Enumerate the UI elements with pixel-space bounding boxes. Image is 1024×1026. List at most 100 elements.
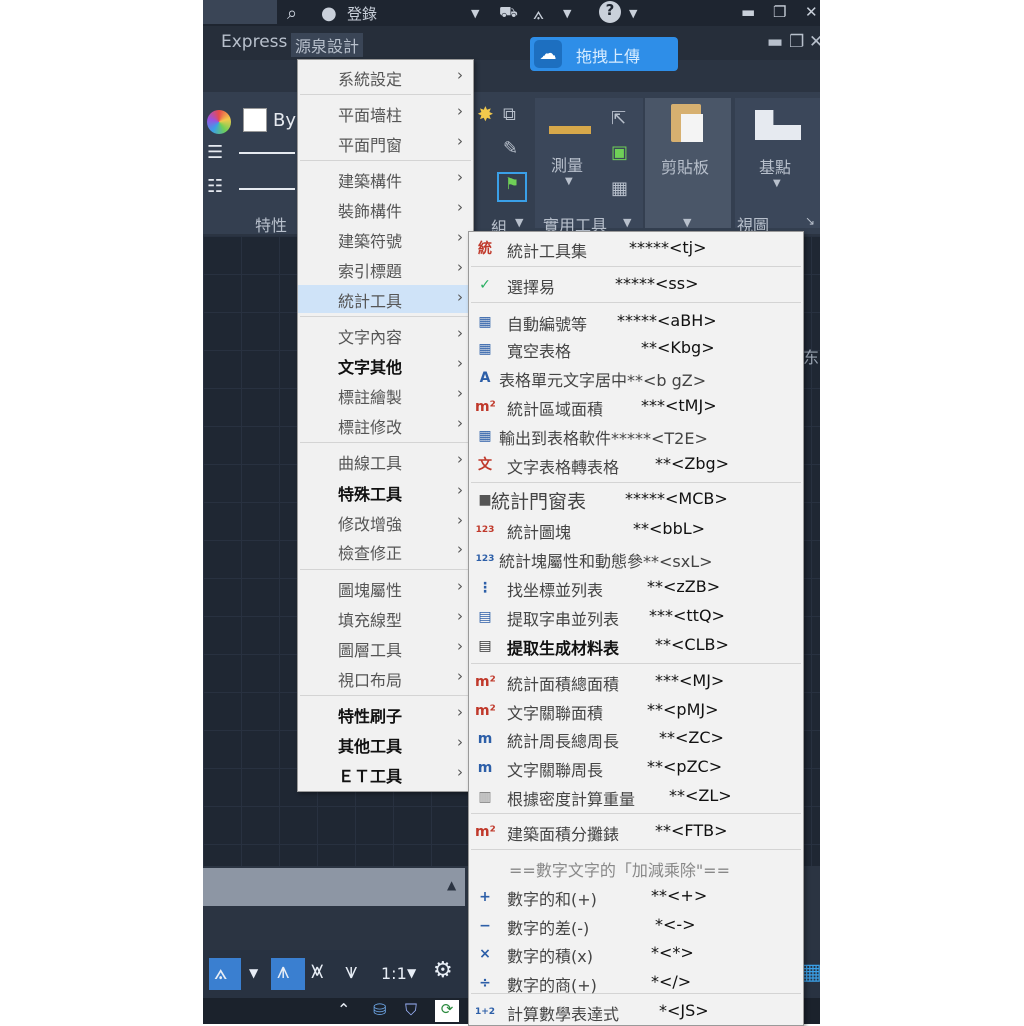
stats-menu-item[interactable]: ÷ 數字的商(+) *</> (469, 969, 803, 997)
lineweight-line[interactable] (239, 152, 295, 154)
title-tab[interactable] (203, 0, 277, 24)
main-menu-item[interactable]: 曲線工具 › (298, 447, 473, 475)
autodesk-a360-icon[interactable]: ⟑ (533, 3, 544, 24)
panel-expand-icon[interactable]: ↘ (805, 214, 815, 228)
group-edit-icon[interactable]: ✎ (503, 138, 518, 159)
main-menu-item[interactable]: 文字內容 › (298, 321, 473, 349)
quick-select-icon[interactable]: ⇱ (611, 108, 626, 129)
stats-menu-item[interactable]: A 表格單元文字居中**<b gZ> (469, 364, 803, 392)
close-icon[interactable]: ✕ (805, 3, 818, 21)
main-menu-item[interactable]: 圖塊屬性 › (298, 574, 473, 602)
stats-menu-item[interactable]: + 數字的和(+) **<+> (469, 883, 803, 911)
annotation-scale-icon[interactable]: ⩛ (345, 959, 357, 984)
clipboard-button[interactable]: 剪貼板 (661, 154, 709, 178)
main-menu-item[interactable]: 系統設定 › (298, 63, 473, 91)
color-wheel-icon[interactable] (207, 110, 231, 134)
stats-menu-item[interactable]: m² 建築面積分攤錶 **<FTB> (469, 818, 803, 846)
login-link[interactable]: 登錄 (347, 3, 377, 24)
group-select-icon[interactable]: ⧉ (503, 104, 516, 125)
menu-express[interactable]: Express (221, 32, 287, 52)
stats-menu-item[interactable]: × 數字的積(x) *<*> (469, 940, 803, 968)
chevron-down-icon[interactable]: ▼ (471, 7, 479, 20)
main-menu-item[interactable]: 標註修改 › (298, 411, 473, 439)
main-menu-item[interactable]: 圖層工具 › (298, 634, 473, 662)
main-menu-item[interactable]: 檢查修正 › (298, 537, 473, 565)
stats-menu-item[interactable]: m 統計周長總周長 **<ZC> (469, 725, 803, 753)
drag-upload-button[interactable]: ☁ 拖拽上傳 (530, 37, 678, 71)
scale-selector[interactable]: 1:1 (381, 964, 407, 983)
main-menu-item[interactable]: 索引標題 › (298, 255, 473, 283)
chevron-down-icon[interactable]: ▼ (565, 176, 573, 187)
usb-icon[interactable]: ⛁ (373, 1000, 386, 1019)
stats-menu-item[interactable]: m² 統計面積總面積 ***<MJ> (469, 668, 803, 696)
ruler-icon[interactable] (549, 126, 591, 134)
minimize-icon[interactable]: ▬ (741, 3, 755, 21)
main-menu-item[interactable]: 平面門窗 › (298, 129, 473, 157)
command-line[interactable]: ▲ (203, 868, 465, 906)
doc-close-icon[interactable]: ✕ (809, 32, 820, 52)
main-menu-item[interactable]: 建築符號 › (298, 225, 473, 253)
chevron-down-icon[interactable]: ▼ (623, 216, 631, 229)
stats-menu-item[interactable]: ■ 統計門窗表 *****<MCB> (469, 486, 803, 514)
help-icon[interactable]: ? (599, 1, 621, 23)
color-swatch[interactable] (243, 108, 267, 132)
stats-menu-item[interactable]: ▤ 提取生成材料表 **<CLB> (469, 632, 803, 660)
main-menu-item[interactable]: 裝飾構件 › (298, 195, 473, 223)
main-menu-item[interactable]: 平面墻柱 › (298, 99, 473, 127)
chevron-down-icon[interactable]: ▼ (773, 178, 781, 189)
stats-menu-item[interactable]: 統統計工具集 *****<tj> (469, 235, 803, 263)
main-menu-item[interactable]: 標註繪製 › (298, 381, 473, 409)
lineweight-icon[interactable]: ☰ (207, 142, 223, 163)
sun-icon[interactable]: ✸ (477, 102, 494, 126)
chevron-down-icon[interactable]: ▼ (249, 966, 258, 980)
basepoint-button[interactable]: 基點 (759, 154, 791, 178)
stats-menu-item[interactable]: ▥ 根據密度計算重量 **<ZL> (469, 783, 803, 811)
stats-menu-item[interactable]: ▦ 輸出到表格軟件*****<T2E> (469, 422, 803, 450)
main-menu-item[interactable]: 視口布局 › (298, 664, 473, 692)
properties-panel-label[interactable]: 特性 (255, 212, 287, 236)
stats-menu-item[interactable]: 文文字表格轉表格 **<Zbg> (469, 451, 803, 479)
calculator-icon[interactable]: ▦ (611, 178, 628, 199)
workspace-icon[interactable]: ⟑ (214, 960, 227, 985)
stats-menu-item[interactable]: ▦ 自動編號等 *****<aBH> (469, 308, 803, 336)
stats-menu-item[interactable]: ▦ 寬空表格 **<Kbg> (469, 335, 803, 363)
chevron-up-icon[interactable]: ⌃ (337, 1000, 350, 1019)
annotation-visibility-icon[interactable]: ⩚ (277, 959, 289, 984)
stats-menu-item[interactable]: ▤ 提取字串並列表 ***<ttQ> (469, 603, 803, 631)
basepoint-icon[interactable] (755, 110, 801, 140)
main-menu-item[interactable]: 特殊工具 › (298, 478, 473, 506)
stats-menu-item[interactable]: ✓ 選擇易 *****<ss> (469, 271, 803, 299)
main-menu-item[interactable]: 統計工具 › (298, 285, 473, 313)
main-menu-item[interactable]: ＥＴ工具 › (298, 760, 473, 788)
stats-menu-item[interactable]: 123 統計塊屬性和動態參**<sxL> (469, 545, 803, 573)
linetype-icon[interactable]: ☷ (207, 176, 223, 197)
stats-menu-item[interactable]: m² 文字關聯面積 **<pMJ> (469, 697, 803, 725)
main-menu-item[interactable]: 其他工具 › (298, 730, 473, 758)
measure-button[interactable]: 測量 (551, 152, 583, 176)
main-menu-item[interactable]: 修改增強 › (298, 508, 473, 536)
sync-icon[interactable]: ⟳ (435, 1000, 459, 1022)
doc-minimize-icon[interactable]: ▬ (767, 32, 783, 52)
linetype-line[interactable] (239, 188, 295, 190)
chevron-down-icon[interactable]: ▼ (563, 7, 571, 20)
chevron-down-icon[interactable]: ▼ (683, 216, 691, 229)
chevron-down-icon[interactable]: ▼ (629, 7, 637, 20)
stats-menu-item[interactable]: − 數字的差(-) *<-> (469, 912, 803, 940)
group-toggle-icon[interactable]: ⚑ (497, 172, 527, 202)
shield-icon[interactable]: ⛉ (405, 1000, 417, 1020)
main-menu-item[interactable]: 文字其他 › (298, 351, 473, 379)
chevron-down-icon[interactable]: ▼ (407, 966, 416, 980)
chevron-up-icon[interactable]: ▲ (447, 878, 456, 892)
stats-menu-item[interactable]: m² 統計區域面積 ***<tMJ> (469, 393, 803, 421)
stats-menu-item[interactable]: ⋮ 找坐標並列表 **<zZB> (469, 574, 803, 602)
stats-menu-item[interactable]: m 文字關聯周長 **<pZC> (469, 754, 803, 782)
stats-menu-item[interactable]: 1+2 計算數學表達式 *<JS> (469, 998, 803, 1026)
main-menu-item[interactable]: 填充線型 › (298, 604, 473, 632)
cart-icon[interactable]: ⛟ (499, 3, 518, 23)
chevron-down-icon[interactable]: ▼ (515, 216, 523, 229)
user-icon[interactable]: ● (321, 3, 337, 24)
select-all-icon[interactable]: ▣ (611, 142, 628, 163)
menu-yuanquan[interactable]: 源泉設計 (291, 33, 364, 57)
main-menu-item[interactable]: 建築構件 › (298, 165, 473, 193)
search-icon[interactable]: ⌕ (287, 3, 297, 24)
